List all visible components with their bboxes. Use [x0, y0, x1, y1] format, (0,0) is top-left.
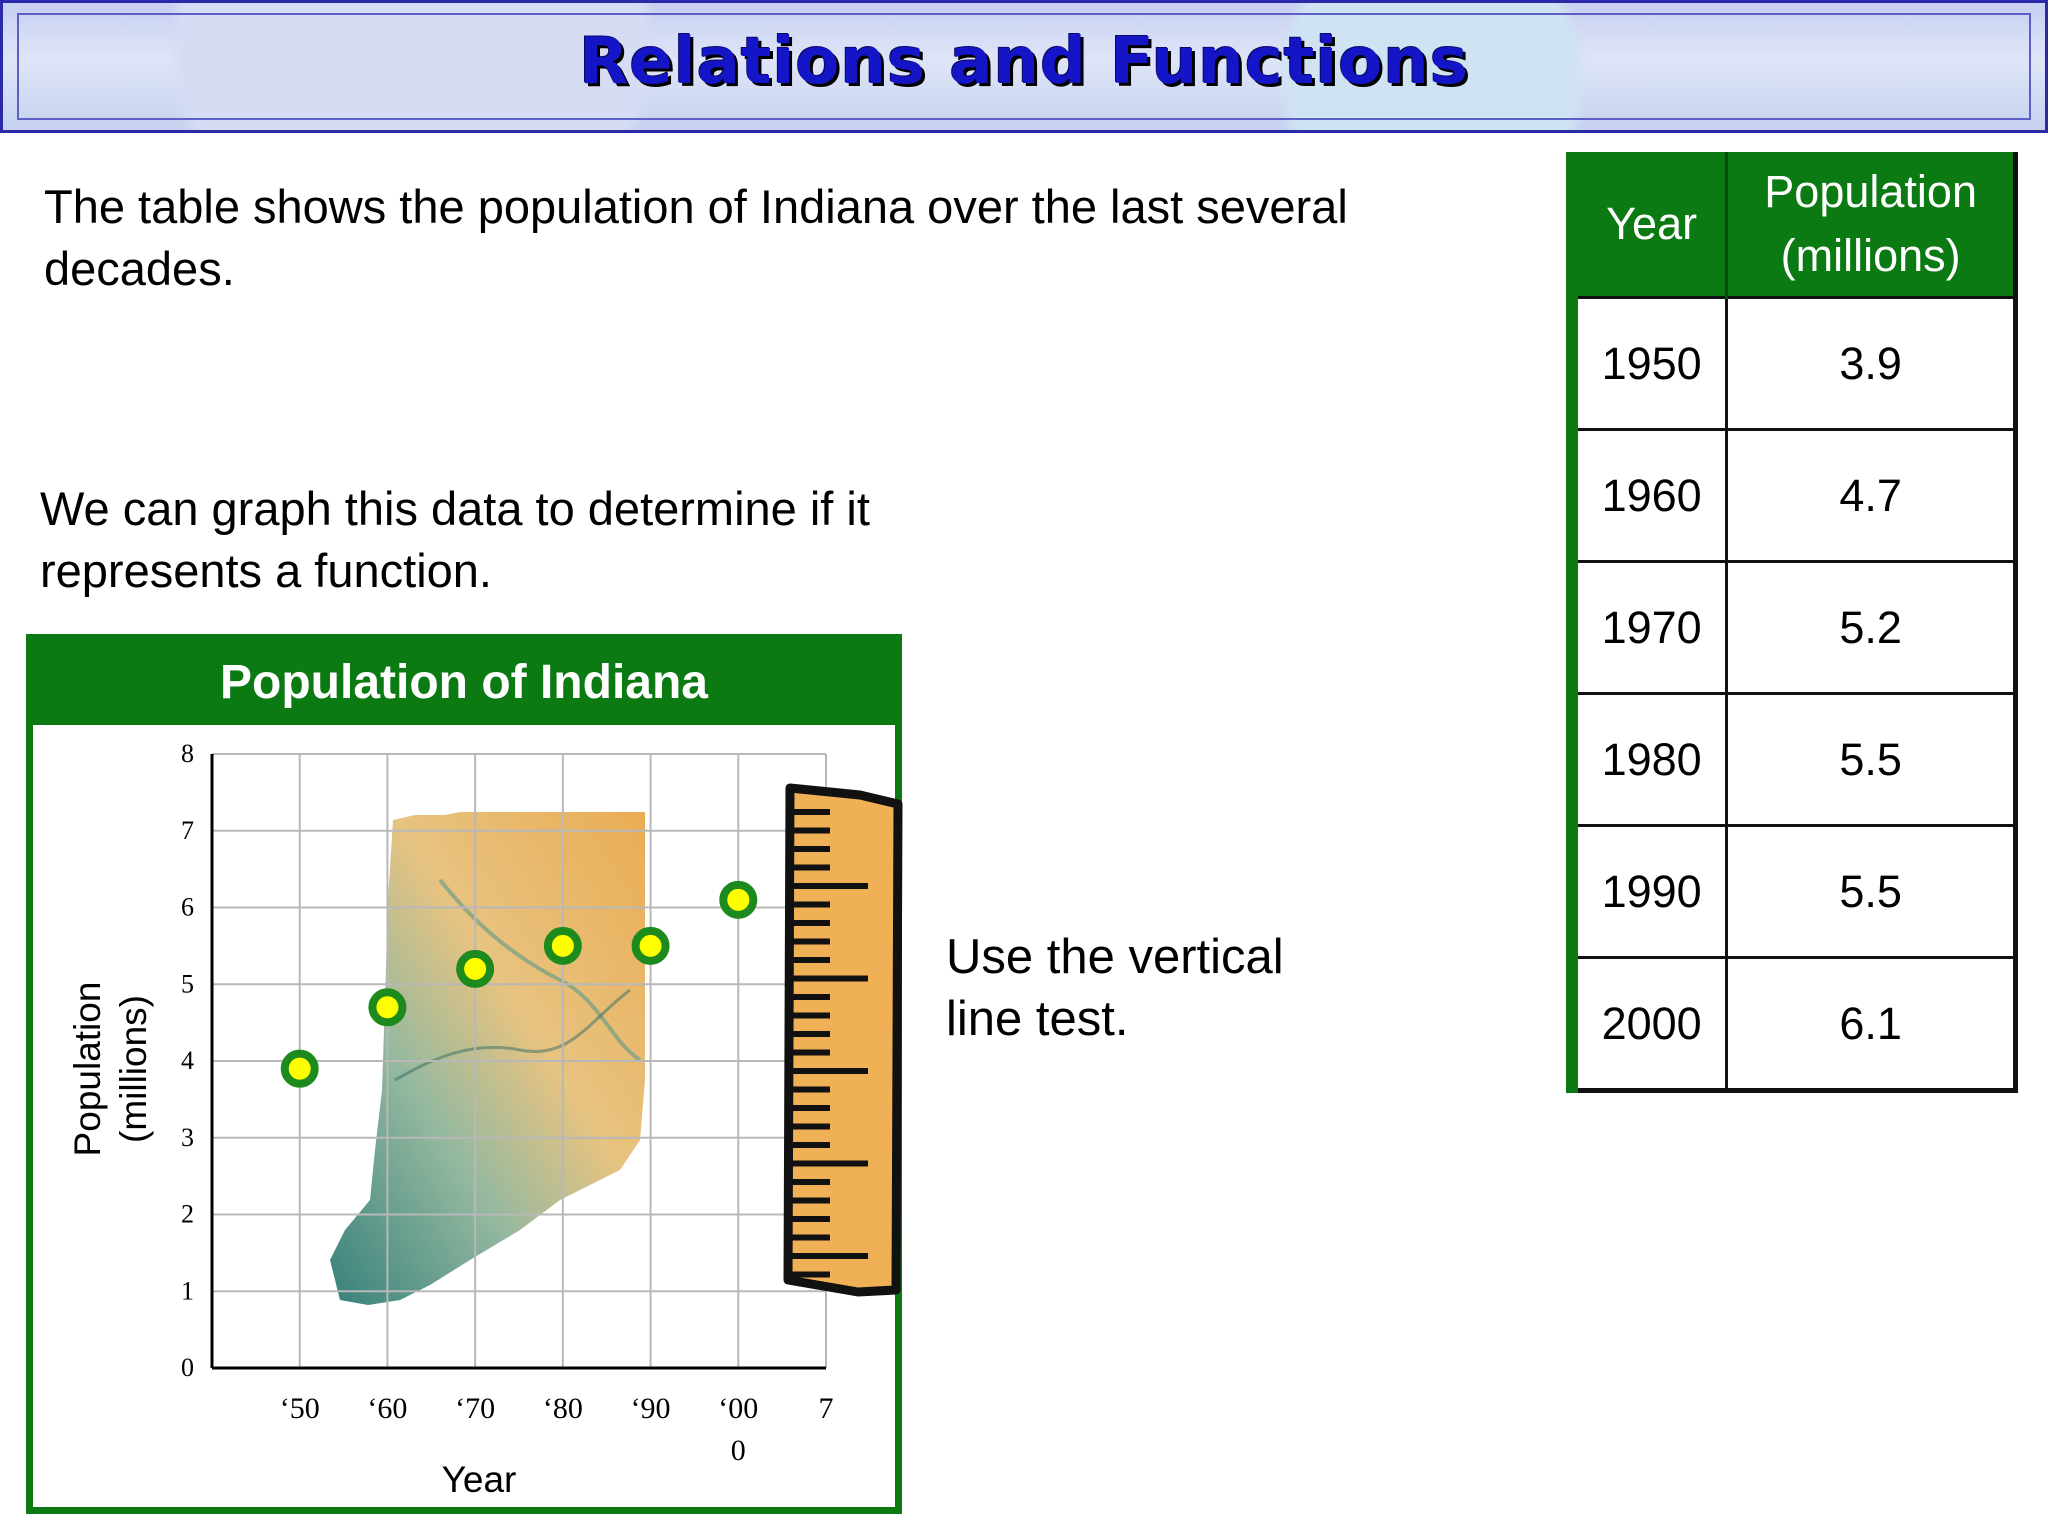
data-point — [280, 1049, 319, 1088]
x-tick-label: 7 — [819, 1392, 834, 1425]
x-axis-label: Year — [442, 1459, 517, 1500]
x-tick-label: ‘00 — [718, 1392, 758, 1425]
x-tick-label: ‘50 — [280, 1392, 320, 1425]
y-axis-label-line2: (millions) — [113, 995, 154, 1143]
data-point — [719, 880, 758, 919]
y-tick-label: 5 — [181, 969, 194, 998]
x-tick-sublabel: 0 — [731, 1434, 746, 1467]
y-tick-label: 3 — [181, 1123, 194, 1152]
y-tick-label: 2 — [181, 1200, 194, 1229]
y-tick-label: 7 — [181, 816, 194, 845]
population-chart: 0 1 2 3 4 5 6 7 8 ‘50 ‘60 ‘70 ‘80 ‘90 ‘00 7 0 Year Populat… — [67, 739, 903, 1500]
y-tick-label: 1 — [181, 1276, 194, 1305]
x-tick-label: ‘90 — [631, 1392, 671, 1425]
data-point — [368, 988, 407, 1027]
ruler-icon — [783, 783, 903, 1297]
data-point — [543, 926, 582, 965]
indiana-map-icon — [330, 812, 645, 1305]
data-point — [631, 926, 670, 965]
y-axis-label: Population (millions) — [67, 982, 154, 1157]
y-tick-label: 4 — [181, 1046, 194, 1075]
data-point — [456, 949, 495, 988]
x-tick-label: ‘70 — [455, 1392, 495, 1425]
x-tick-label: ‘60 — [367, 1392, 407, 1425]
y-tick-label: 6 — [181, 893, 194, 922]
y-tick-label: 8 — [181, 739, 194, 768]
y-axis-label-line1: Population — [67, 982, 108, 1157]
x-tick-label: ‘80 — [543, 1392, 583, 1425]
y-tick-label: 0 — [181, 1353, 194, 1382]
